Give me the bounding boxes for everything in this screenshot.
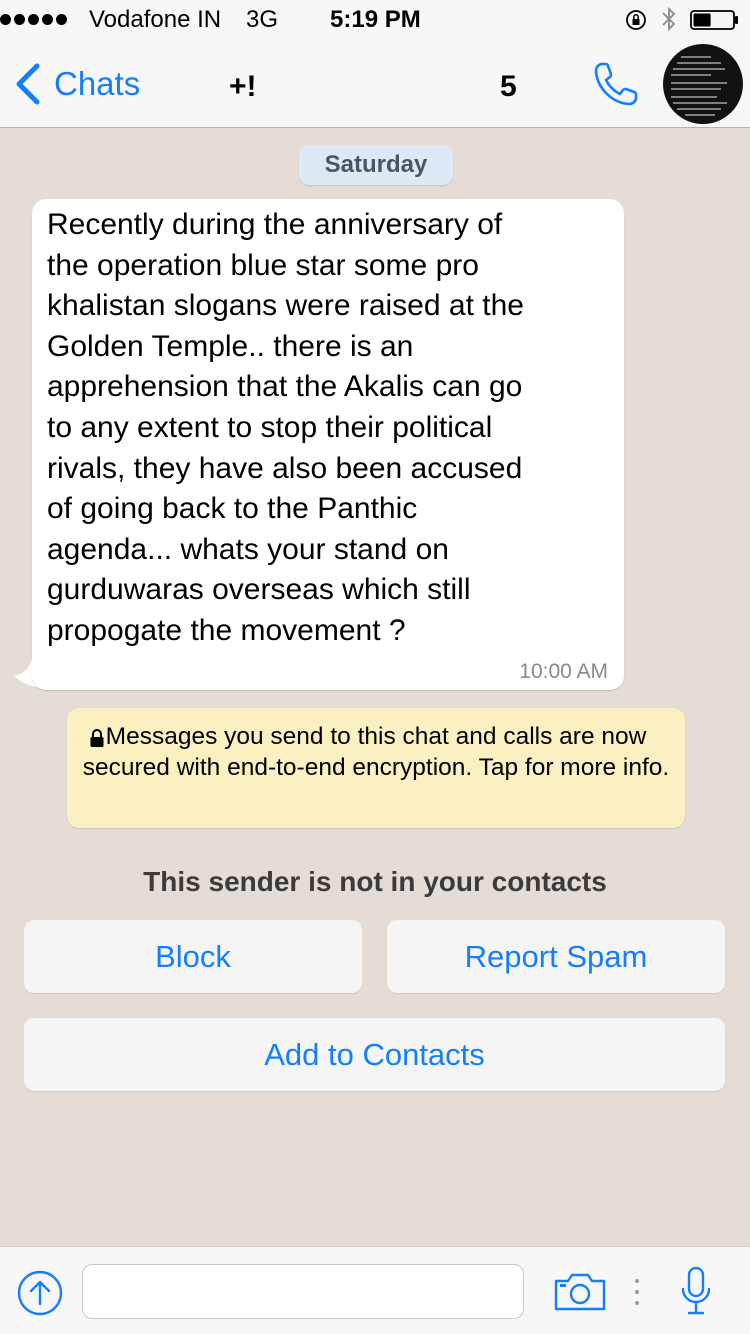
message-text: Recently during the anniversary of the o… <box>47 208 524 647</box>
contact-name[interactable]: +! <box>229 70 257 104</box>
microphone-icon[interactable] <box>680 1265 712 1317</box>
input-bar <box>0 1246 750 1334</box>
status-bar: Vodafone IN 3G 5:19 PM <box>0 0 750 40</box>
battery-icon <box>690 10 738 30</box>
message-input[interactable] <box>82 1264 524 1319</box>
add-to-contacts-button[interactable]: Add to Contacts <box>24 1018 725 1091</box>
back-button[interactable]: Chats <box>14 62 140 106</box>
nav-bar: Chats +! 5 <box>0 40 750 128</box>
status-time: 5:19 PM <box>330 6 421 33</box>
chat-screen: Vodafone IN 3G 5:19 PM Chats +! 5 Saturd… <box>0 0 750 1334</box>
signal-icon <box>0 14 67 25</box>
redacted-name <box>262 64 498 108</box>
message-bubble[interactable]: Recently during the anniversary of the o… <box>32 199 624 690</box>
chevron-left-icon <box>16 63 40 105</box>
block-button[interactable]: Block <box>24 920 362 993</box>
encryption-notice[interactable]: Messages you send to this chat and calls… <box>67 708 685 828</box>
contact-name-end[interactable]: 5 <box>500 70 517 104</box>
camera-icon[interactable] <box>552 1271 608 1313</box>
upload-icon[interactable] <box>16 1269 64 1317</box>
network-type: 3G <box>246 6 279 33</box>
carrier-name: Vodafone IN <box>89 6 222 33</box>
unknown-sender-notice: This sender is not in your contacts <box>143 866 607 897</box>
rotation-lock-icon <box>626 10 646 30</box>
report-spam-button[interactable]: Report Spam <box>387 920 725 993</box>
back-label: Chats <box>54 65 141 102</box>
encryption-notice-text: Messages you send to this chat and calls… <box>82 723 670 781</box>
message-time: 10:00 AM <box>519 660 608 683</box>
phone-icon[interactable] <box>590 58 642 110</box>
more-icon[interactable] <box>633 1277 641 1307</box>
avatar[interactable] <box>663 44 743 124</box>
date-separator: Saturday <box>299 145 453 185</box>
bluetooth-icon <box>662 6 676 32</box>
